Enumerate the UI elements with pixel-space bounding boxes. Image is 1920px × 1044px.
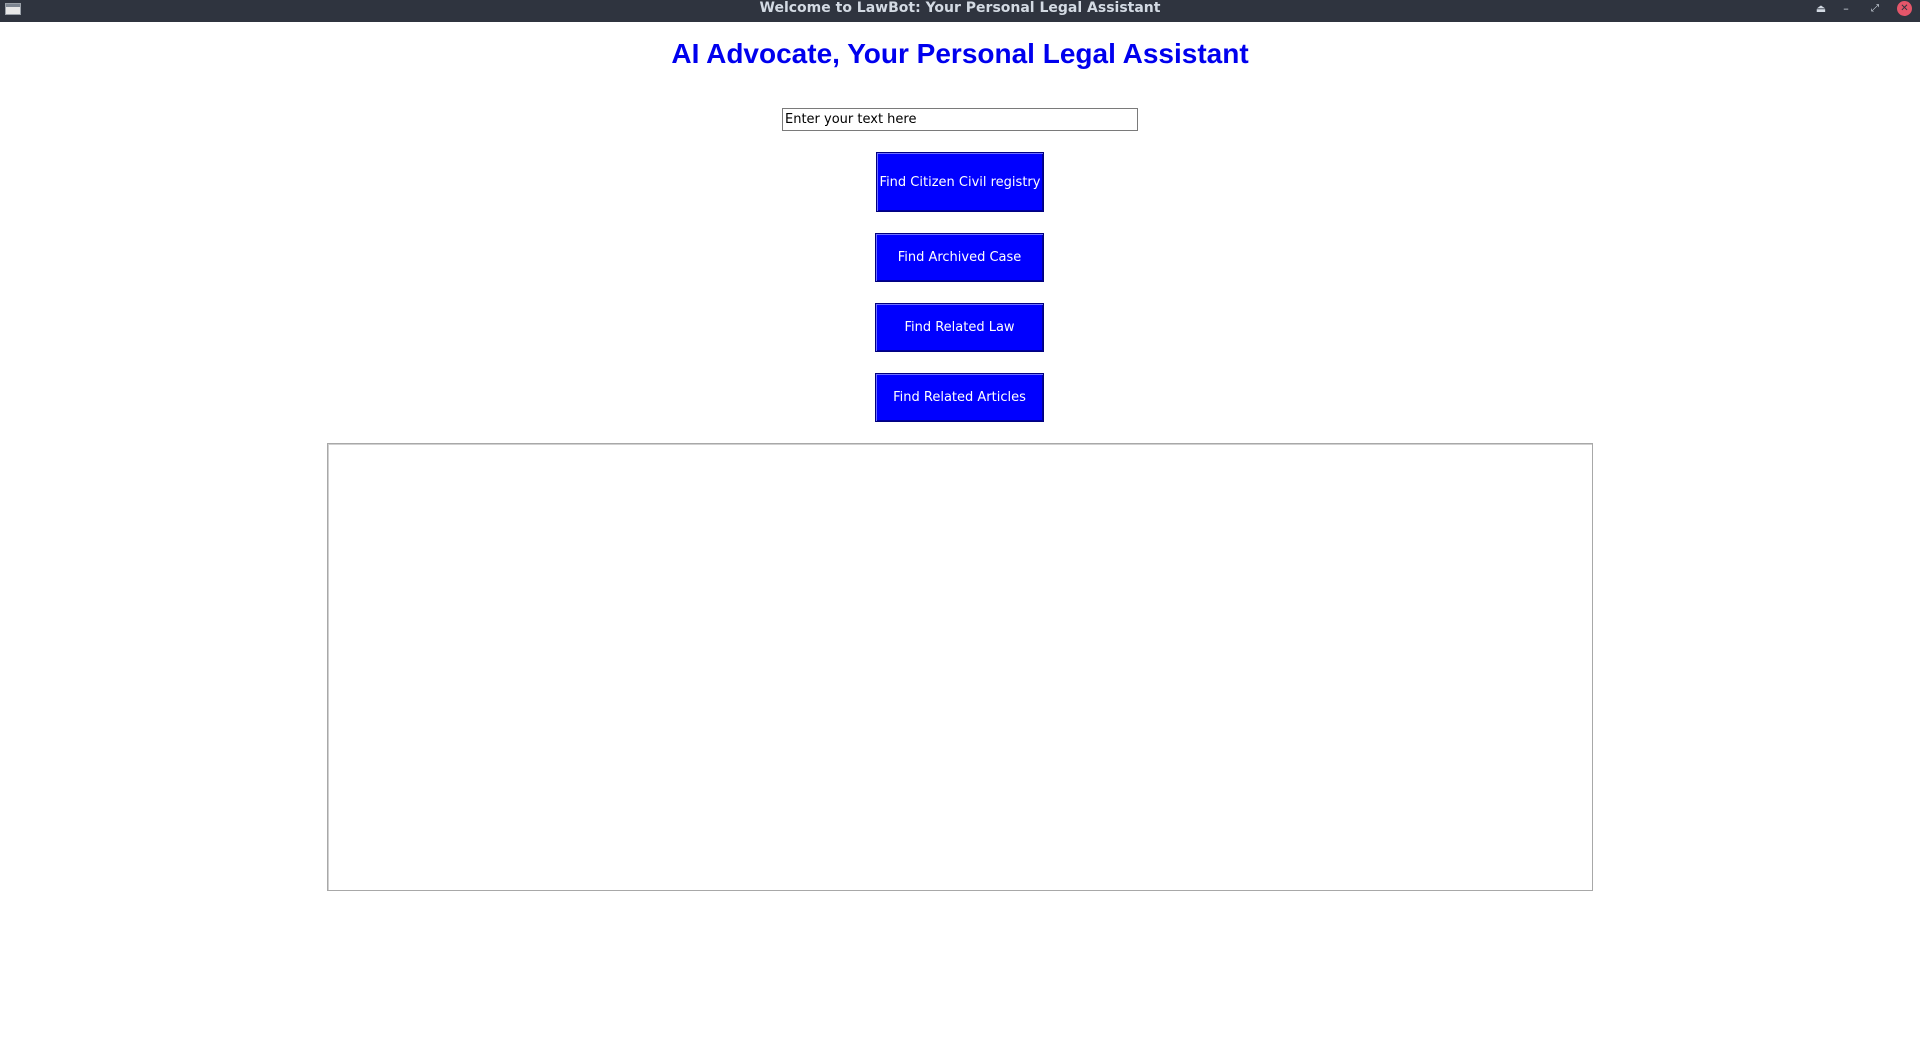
maximize-icon[interactable]: ⤢ xyxy=(1866,1,1884,17)
results-text-area[interactable] xyxy=(327,443,1593,891)
find-related-law-button[interactable]: Find Related Law xyxy=(875,303,1044,352)
window-title: Welcome to LawBot: Your Personal Legal A… xyxy=(759,0,1161,16)
find-archived-case-button[interactable]: Find Archived Case xyxy=(875,233,1044,282)
eject-icon[interactable]: ⏏ xyxy=(1812,1,1830,17)
find-citizen-civil-registry-button[interactable]: Find Citizen Civil registry xyxy=(876,152,1044,212)
page-title: AI Advocate, Your Personal Legal Assista… xyxy=(671,38,1249,69)
minimize-icon[interactable]: – xyxy=(1837,1,1855,17)
window-titlebar: Welcome to LawBot: Your Personal Legal A… xyxy=(0,0,1920,22)
find-related-articles-button[interactable]: Find Related Articles xyxy=(875,373,1044,422)
close-icon[interactable]: ✕ xyxy=(1897,1,1912,16)
query-input[interactable] xyxy=(782,108,1138,131)
